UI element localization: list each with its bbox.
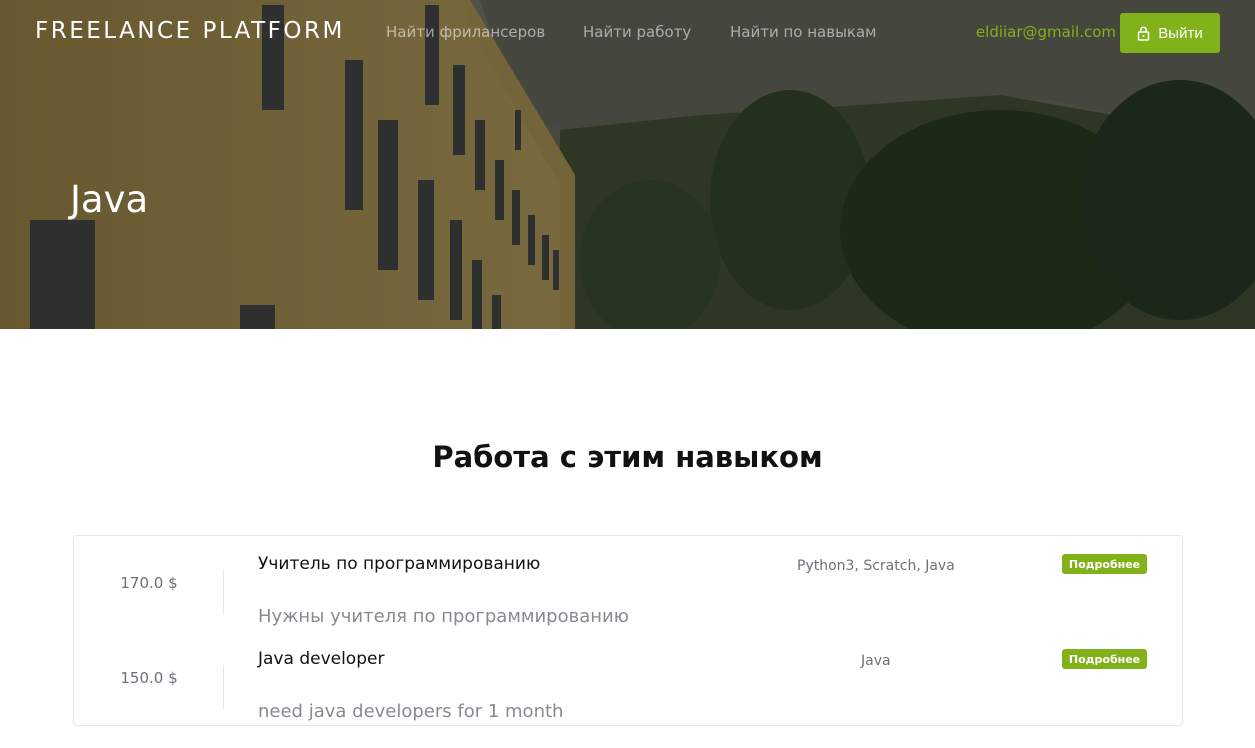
nav-link-find-by-skills[interactable]: Найти по навыкам	[730, 23, 876, 41]
list-item: 150.0 $ Java developer Java Подробнее ne…	[74, 639, 1184, 733]
divider	[223, 665, 224, 709]
job-description: need java developers for 1 month	[258, 701, 564, 722]
logout-button[interactable]: Выйти	[1120, 13, 1220, 53]
brand-logo[interactable]: FREELANCE PLATFORM	[35, 18, 345, 44]
nav-link-find-freelancers[interactable]: Найти фрилансеров	[386, 23, 545, 41]
job-description: Нужны учителя по программированию	[258, 606, 629, 627]
page-title: Java	[70, 178, 149, 221]
top-navbar: FREELANCE PLATFORM Найти фрилансеров Най…	[0, 0, 1255, 66]
jobs-list: 170.0 $ Учитель по программированию Pyth…	[73, 535, 1183, 726]
list-item: 170.0 $ Учитель по программированию Pyth…	[74, 544, 1184, 638]
divider	[223, 570, 224, 614]
user-email[interactable]: eldiiar@gmail.com	[976, 23, 1116, 41]
hero-banner: FREELANCE PLATFORM Найти фрилансеров Най…	[0, 0, 1255, 329]
lock-icon	[1138, 26, 1150, 41]
nav-link-find-work[interactable]: Найти работу	[583, 23, 691, 41]
job-skills: Java	[861, 653, 891, 669]
job-price: 170.0 $	[120, 574, 178, 592]
details-button[interactable]: Подробнее	[1062, 554, 1147, 574]
job-title[interactable]: Java developer	[258, 649, 384, 669]
job-skills: Python3, Scratch, Java	[797, 558, 955, 574]
section-title: Работа с этим навыком	[432, 440, 823, 474]
job-title[interactable]: Учитель по программированию	[258, 554, 540, 574]
job-price: 150.0 $	[120, 669, 178, 687]
details-button[interactable]: Подробнее	[1062, 649, 1147, 669]
logout-label: Выйти	[1158, 24, 1203, 42]
